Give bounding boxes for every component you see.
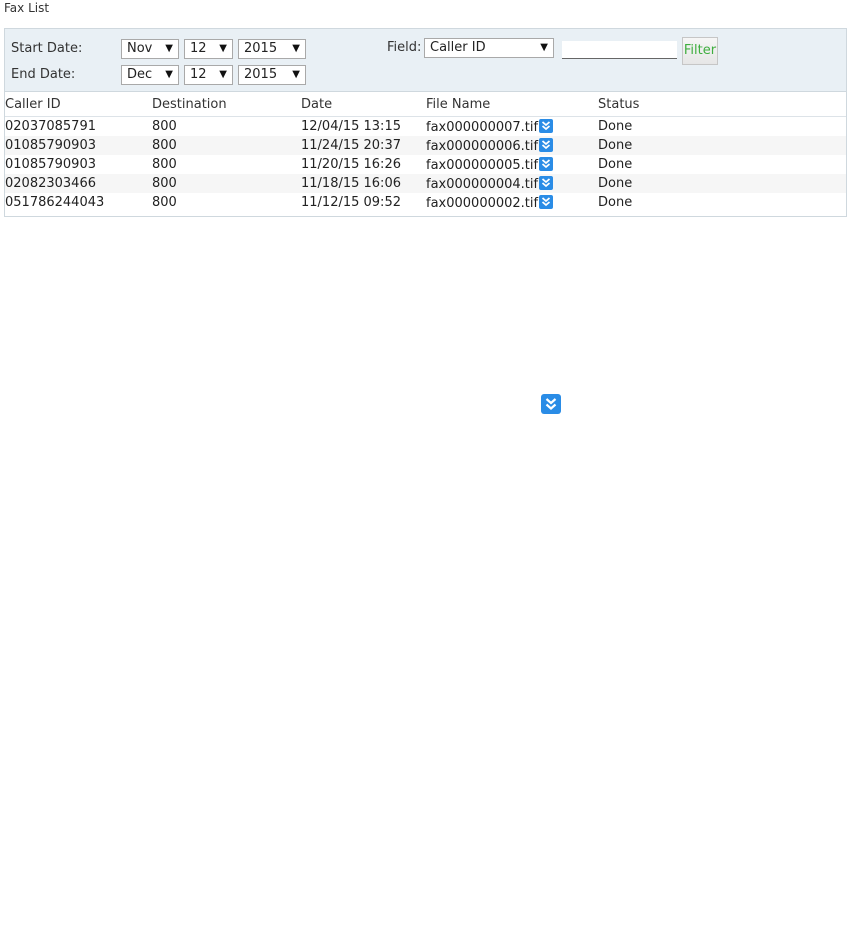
file-name-cell: fax000000002.tif <box>426 193 598 212</box>
status-cell: Done <box>598 174 846 193</box>
status-cell: Done <box>598 157 633 172</box>
column-header-file-name[interactable]: File Name <box>426 92 598 117</box>
chevron-down-icon: ▼ <box>165 43 173 54</box>
chevron-down-icon: ▼ <box>292 43 300 54</box>
column-header-caller-id[interactable]: Caller ID <box>5 92 152 117</box>
date-cell: 12/04/15 13:15 <box>301 119 401 134</box>
end-month-value: Dec <box>127 67 153 82</box>
column-header-destination[interactable]: Destination <box>152 92 301 117</box>
end-date-label: End Date: <box>11 67 76 82</box>
fax-list-panel: Start Date: End Date: Nov ▼ 12 ▼ 2015 ▼ … <box>4 28 847 217</box>
file-name-cell: fax000000004.tif <box>426 174 598 193</box>
column-header-date[interactable]: Date <box>301 92 426 117</box>
caller-id-cell: 01085790903 <box>5 136 152 155</box>
chevron-down-icon: ▼ <box>219 69 227 80</box>
end-year-select[interactable]: 2015 ▼ <box>238 65 306 85</box>
file-name-text: fax000000002.tif <box>426 195 539 211</box>
end-year-value: 2015 <box>244 67 278 82</box>
destination-cell: 800 <box>152 195 177 210</box>
search-input[interactable] <box>562 41 677 59</box>
start-day-value: 12 <box>190 41 207 56</box>
start-month-value: Nov <box>127 41 153 56</box>
download-icon[interactable] <box>539 118 554 133</box>
file-name-cell: fax000000006.tif <box>426 136 598 155</box>
caller-id-cell: 02037085791 <box>5 119 96 134</box>
download-icon[interactable] <box>539 175 554 190</box>
field-select[interactable]: Caller ID ▼ <box>424 38 554 58</box>
start-date-label: Start Date: <box>11 41 83 56</box>
end-day-value: 12 <box>190 67 207 82</box>
download-icon[interactable] <box>539 137 554 152</box>
file-name-text: fax000000004.tif <box>426 176 539 192</box>
caller-id-cell: 01085790903 <box>5 157 96 172</box>
file-name-text: fax000000006.tif <box>426 138 539 154</box>
download-chevrons-icon[interactable] <box>541 394 561 414</box>
filter-button[interactable]: Filter <box>682 37 718 65</box>
table-row[interactable]: 01085790903 800 11/20/15 16:26 fax000000… <box>5 155 846 174</box>
destination-cell: 800 <box>152 157 177 172</box>
destination-cell: 800 <box>152 174 301 193</box>
file-name-cell: fax000000007.tif <box>426 117 598 137</box>
destination-cell: 800 <box>152 119 177 134</box>
start-month-select[interactable]: Nov ▼ <box>121 39 179 59</box>
chevron-down-icon: ▼ <box>292 69 300 80</box>
start-day-select[interactable]: 12 ▼ <box>184 39 233 59</box>
filter-bar: Start Date: End Date: Nov ▼ 12 ▼ 2015 ▼ … <box>5 29 846 92</box>
date-cell: 11/24/15 20:37 <box>301 136 426 155</box>
table-row[interactable]: 02082303466 800 11/18/15 16:06 fax000000… <box>5 174 846 193</box>
field-label: Field: <box>387 40 422 55</box>
start-year-value: 2015 <box>244 41 278 56</box>
download-icon[interactable] <box>539 156 554 171</box>
start-year-select[interactable]: 2015 ▼ <box>238 39 306 59</box>
date-cell: 11/18/15 16:06 <box>301 174 426 193</box>
status-cell: Done <box>598 119 633 134</box>
file-name-text: fax000000005.tif <box>426 157 539 173</box>
caller-id-cell: 051786244043 <box>5 195 105 210</box>
table-row[interactable]: 02037085791 800 12/04/15 13:15 fax000000… <box>5 117 846 137</box>
page-title: Fax List <box>4 1 50 15</box>
field-select-value: Caller ID <box>430 40 486 55</box>
status-cell: Done <box>598 136 846 155</box>
end-month-select[interactable]: Dec ▼ <box>121 65 179 85</box>
chevron-down-icon: ▼ <box>219 43 227 54</box>
destination-cell: 800 <box>152 136 301 155</box>
chevron-down-icon: ▼ <box>540 42 548 53</box>
status-cell: Done <box>598 195 633 210</box>
end-day-select[interactable]: 12 ▼ <box>184 65 233 85</box>
download-icon[interactable] <box>539 194 554 209</box>
file-name-text: fax000000007.tif <box>426 119 539 135</box>
table-row[interactable]: 01085790903 800 11/24/15 20:37 fax000000… <box>5 136 846 155</box>
table-header-row: Caller ID Destination Date File Name Sta… <box>5 92 846 117</box>
date-cell: 11/20/15 16:26 <box>301 157 401 172</box>
column-header-status[interactable]: Status <box>598 92 846 117</box>
date-cell: 11/12/15 09:52 <box>301 195 401 210</box>
table-row[interactable]: 051786244043 800 11/12/15 09:52 fax00000… <box>5 193 846 212</box>
file-name-cell: fax000000005.tif <box>426 155 598 174</box>
fax-table: Caller ID Destination Date File Name Sta… <box>5 92 846 212</box>
caller-id-cell: 02082303466 <box>5 174 152 193</box>
chevron-down-icon: ▼ <box>165 69 173 80</box>
